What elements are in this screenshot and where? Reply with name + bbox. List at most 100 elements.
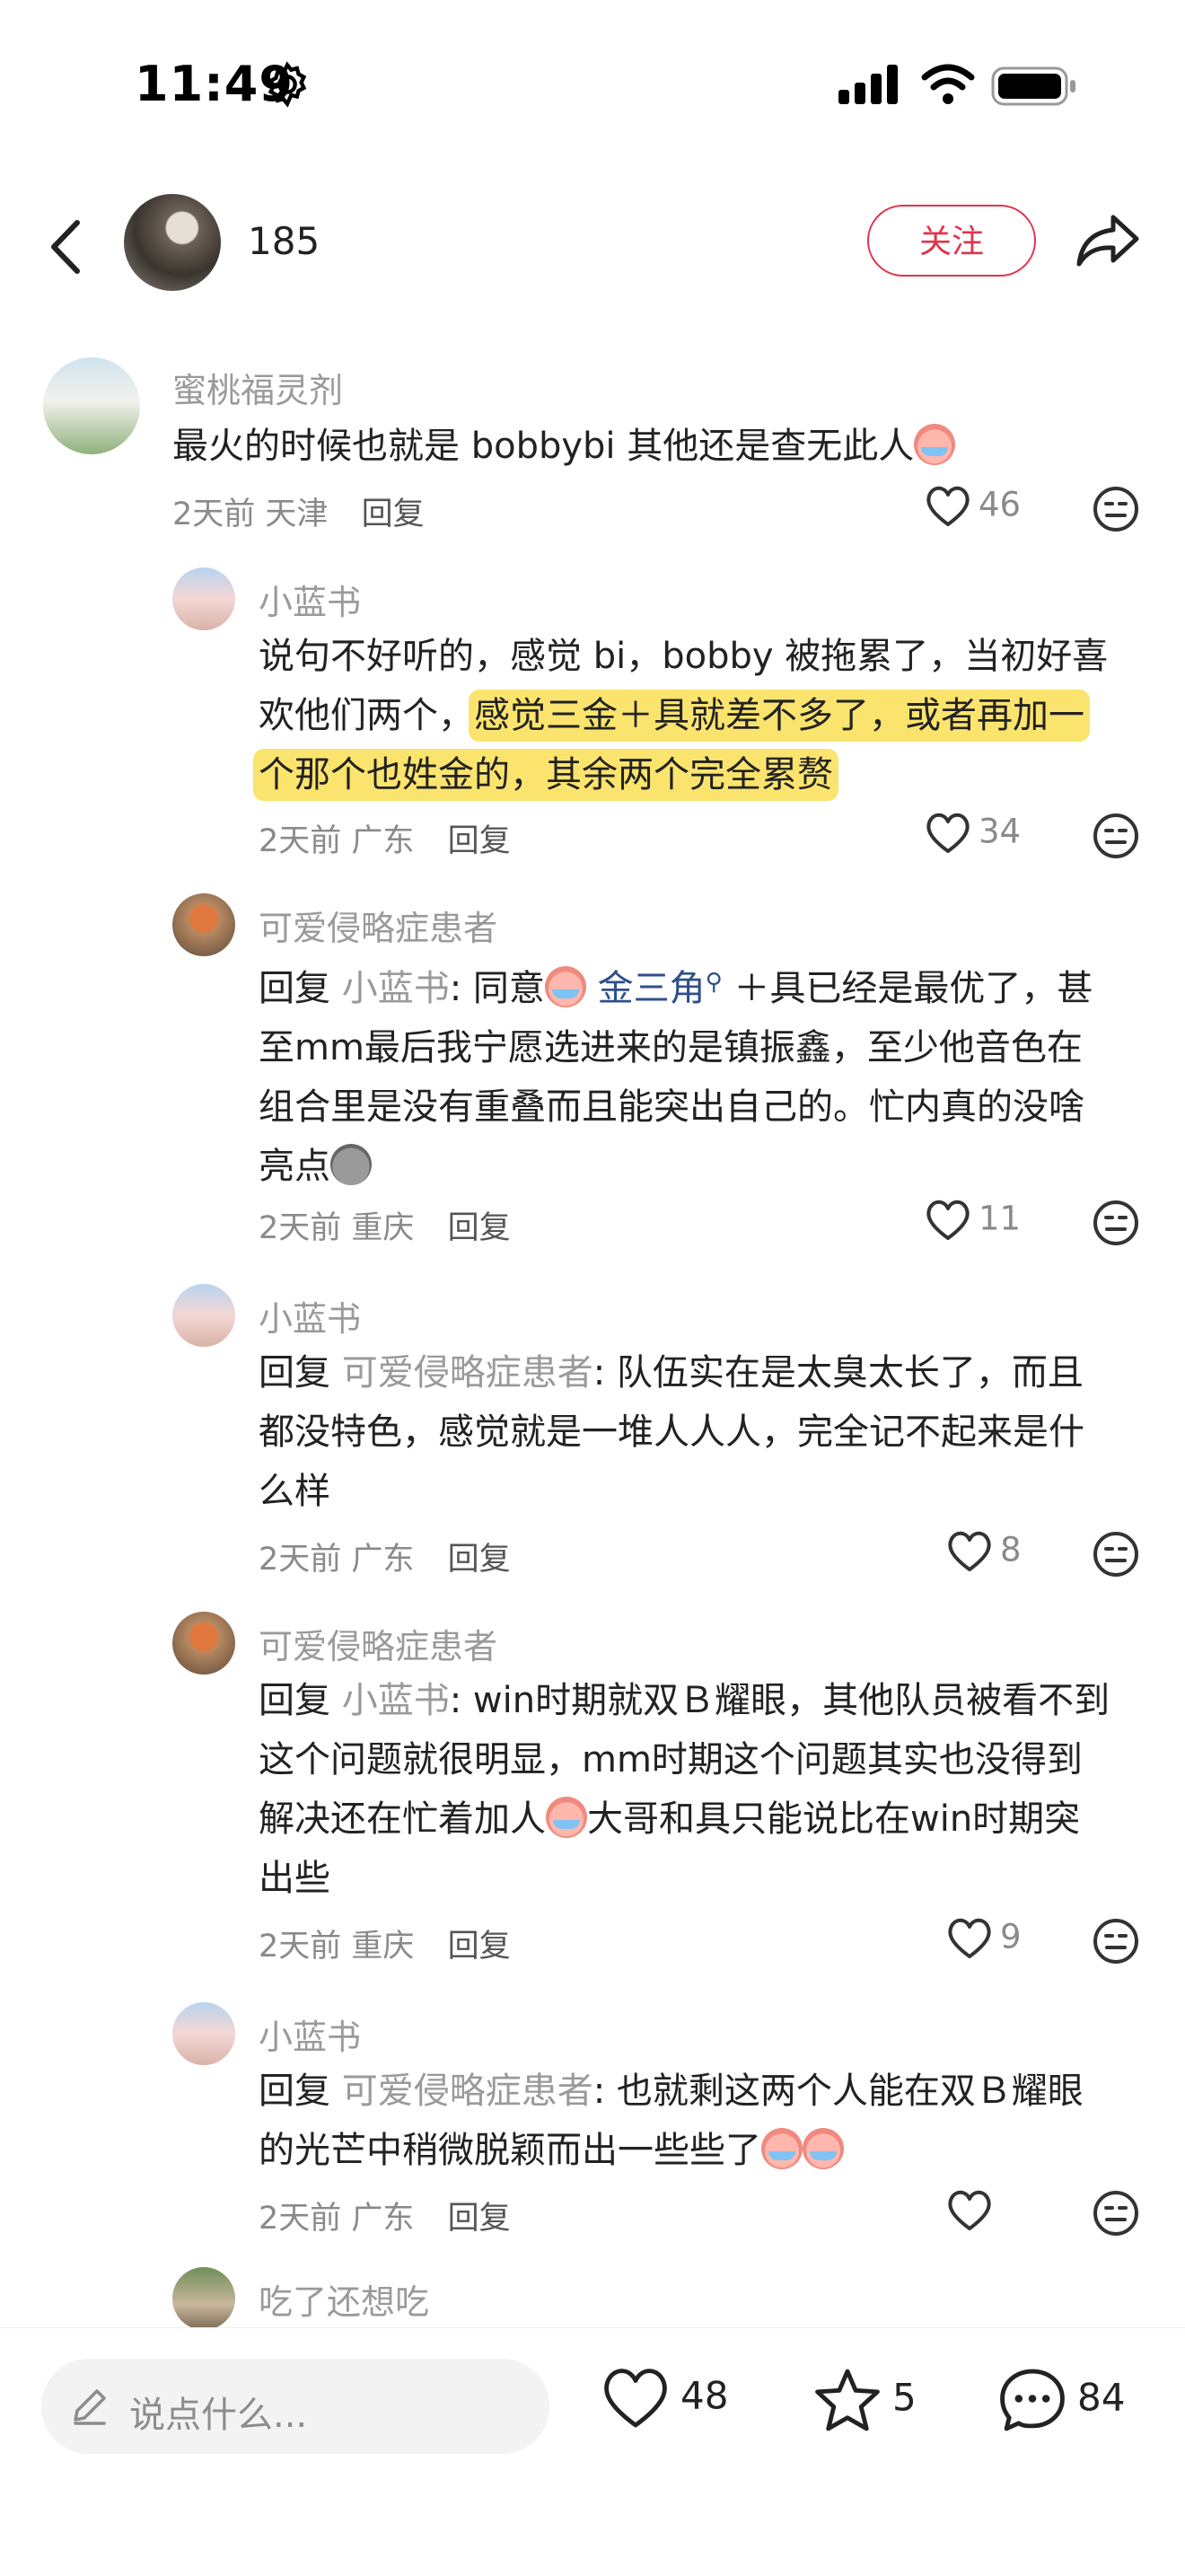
heart-icon: [926, 813, 970, 853]
comment-username[interactable]: 小蓝书: [259, 2009, 361, 2059]
comment-input[interactable]: 说点什么...: [41, 2359, 549, 2454]
reply-button[interactable]: 回复: [362, 497, 425, 532]
reply-button[interactable]: 回复: [448, 2201, 511, 2237]
comment-date: 2天前: [259, 1210, 342, 1246]
comment-text-line: 回复 可爱侵略症患者: 也就剩这两个人能在双Ｂ耀眼: [259, 2062, 1138, 2121]
crying-emoji-icon: [761, 2128, 803, 2169]
post-like-count: 48: [680, 2373, 729, 2418]
author-avatar[interactable]: [124, 194, 221, 291]
user-avatar[interactable]: [43, 357, 140, 454]
comment-text-part: 亮点: [259, 1146, 330, 1187]
comment-text-part: 的光芒中稍微脱颖而出一些些了: [259, 2130, 761, 2171]
reply-prefix: 回复: [259, 968, 330, 1009]
comment-date: 2天前: [259, 1929, 342, 1965]
crying-emoji-icon: [914, 424, 956, 465]
post-collect-button[interactable]: 5: [812, 2366, 917, 2434]
comment-username[interactable]: 小蓝书: [259, 575, 361, 624]
crying-emoji-icon: [546, 1797, 587, 1838]
like-button[interactable]: 8: [946, 1530, 1022, 1573]
author-name[interactable]: 185: [248, 219, 320, 263]
reply-to-user[interactable]: 可爱侵略症患者: [342, 2070, 593, 2112]
comment-username[interactable]: 可爱侵略症患者: [259, 1619, 497, 1668]
comment-location: 重庆: [351, 1210, 415, 1246]
post-comment-count: 84: [1077, 2375, 1126, 2420]
comment-text: 回复 小蓝书: win时期就双Ｂ耀眼，其他队员被看不到 这个问题就很明显，mm时…: [259, 1671, 1138, 1908]
comment-text-line: 解决还在忙着加人 大哥和具只能说比在win时期突: [259, 1789, 1138, 1849]
comment-location: 广东: [351, 2201, 415, 2237]
dislike-face-icon[interactable]: [1092, 812, 1140, 864]
dislike-face-icon[interactable]: [1092, 1917, 1140, 1969]
dislike-face-icon[interactable]: [1092, 1199, 1140, 1251]
reply-button[interactable]: 回复: [448, 823, 511, 859]
comment-text-part: ＋具已经是最优了，甚: [722, 968, 1093, 1009]
like-count: 11: [979, 1199, 1022, 1238]
search-icon: ⚲: [705, 969, 723, 996]
like-button[interactable]: [946, 2189, 1000, 2232]
crying-emoji-icon: [544, 966, 586, 1007]
reply-to-user[interactable]: 小蓝书: [342, 1680, 450, 1721]
heart-icon: [926, 1200, 970, 1240]
comment-meta: 2天前 广东 回复: [259, 2193, 511, 2238]
dislike-face-icon[interactable]: [1092, 485, 1140, 537]
comment-username[interactable]: 吃了还想吃: [259, 2274, 429, 2324]
comment-text: 最火的时候也就是 bobbybi 其他还是查无此人: [172, 417, 1106, 476]
back-arrow-icon[interactable]: [45, 215, 90, 278]
post-like-button[interactable]: 48: [600, 2366, 728, 2431]
reply-to-user[interactable]: 小蓝书: [342, 968, 450, 1009]
comment-meta: 2天前 天津 回复: [172, 488, 425, 534]
comment-text-part: 解决还在忙着加人: [259, 1798, 546, 1840]
settings-gear-icon: [264, 61, 311, 111]
user-avatar[interactable]: [172, 2267, 235, 2330]
comment-date: 2天前: [259, 823, 342, 859]
comment-text-line: 回复 可爱侵略症患者: 队伍实在是太臭太长了，而且: [259, 1343, 1138, 1402]
comment-text-line: 说句不好听的，感觉 bi，bobby 被拖累了，当初好喜: [259, 636, 1109, 677]
user-avatar[interactable]: [172, 567, 235, 630]
comment-date: 2天前: [259, 1542, 342, 1578]
heart-icon: [948, 1531, 991, 1571]
reply-button[interactable]: 回复: [448, 1542, 511, 1578]
share-icon[interactable]: [1074, 212, 1142, 273]
comment-text-body: 最火的时候也就是 bobbybi 其他还是查无此人: [172, 426, 915, 467]
comment-text: 说句不好听的，感觉 bi，bobby 被拖累了，当初好喜 欢他们两个，感觉三金＋…: [259, 627, 1138, 804]
reply-prefix: 回复: [259, 2070, 330, 2112]
comment-username[interactable]: 小蓝书: [259, 1291, 361, 1341]
comment-username[interactable]: 蜜桃福灵剂: [172, 363, 343, 412]
comment-text-line: 个那个也姓金的，其余两个完全累赘: [259, 745, 1138, 804]
like-button[interactable]: 11: [925, 1199, 1021, 1242]
comment-text-line: 欢他们两个，感觉三金＋具就差不多了，或者再加一: [259, 686, 1138, 745]
status-bar: 11:49: [0, 0, 1185, 171]
reply-prefix: 回复: [259, 1680, 330, 1721]
heart-icon: [926, 486, 970, 526]
comment-username[interactable]: 可爱侵略症患者: [259, 901, 497, 950]
topic-link[interactable]: 金三角: [586, 968, 706, 1009]
rock-emoji-icon: [330, 1144, 372, 1185]
comment-text: 回复 可爱侵略症患者: 队伍实在是太臭太长了，而且 都没特色，感觉就是一堆人人人…: [259, 1343, 1138, 1521]
post-comment-button[interactable]: 84: [996, 2366, 1125, 2434]
comment-location: 广东: [351, 1542, 415, 1578]
dislike-face-icon[interactable]: [1092, 1530, 1140, 1582]
comment-text-line: 至mm最后我宁愿选进来的是镇振鑫，至少他音色在: [259, 1027, 1083, 1068]
post-header: 185 关注: [0, 180, 1185, 305]
like-button[interactable]: 9: [946, 1917, 1022, 1960]
star-icon: [815, 2369, 880, 2431]
user-avatar[interactable]: [172, 1612, 235, 1675]
like-count: 46: [979, 485, 1022, 524]
like-button[interactable]: 34: [925, 812, 1021, 855]
follow-button[interactable]: 关注: [867, 205, 1036, 277]
heart-icon: [948, 2190, 991, 2230]
pencil-icon: [68, 2384, 111, 2431]
comment-location: 天津: [265, 497, 329, 532]
dislike-face-icon[interactable]: [1092, 2189, 1140, 2241]
user-avatar[interactable]: [172, 2002, 235, 2065]
user-avatar[interactable]: [172, 1284, 235, 1347]
reply-button[interactable]: 回复: [448, 1210, 511, 1246]
comment-text-line: 组合里是没有重叠而且能突出自己的。忙内真的没啥: [259, 1086, 1084, 1128]
like-button[interactable]: 46: [925, 485, 1021, 528]
comment-text-part: 大哥和具只能说比在win时期突: [587, 1798, 1081, 1840]
comment-text-line: 的光芒中稍微脱颖而出一些些了: [259, 2121, 1138, 2180]
comment-meta: 2天前 广东 回复: [259, 1534, 511, 1579]
reply-to-user[interactable]: 可爱侵略症患者: [342, 1352, 593, 1394]
user-avatar[interactable]: [172, 893, 235, 956]
reply-button[interactable]: 回复: [448, 1929, 511, 1965]
heart-icon: [604, 2369, 667, 2428]
